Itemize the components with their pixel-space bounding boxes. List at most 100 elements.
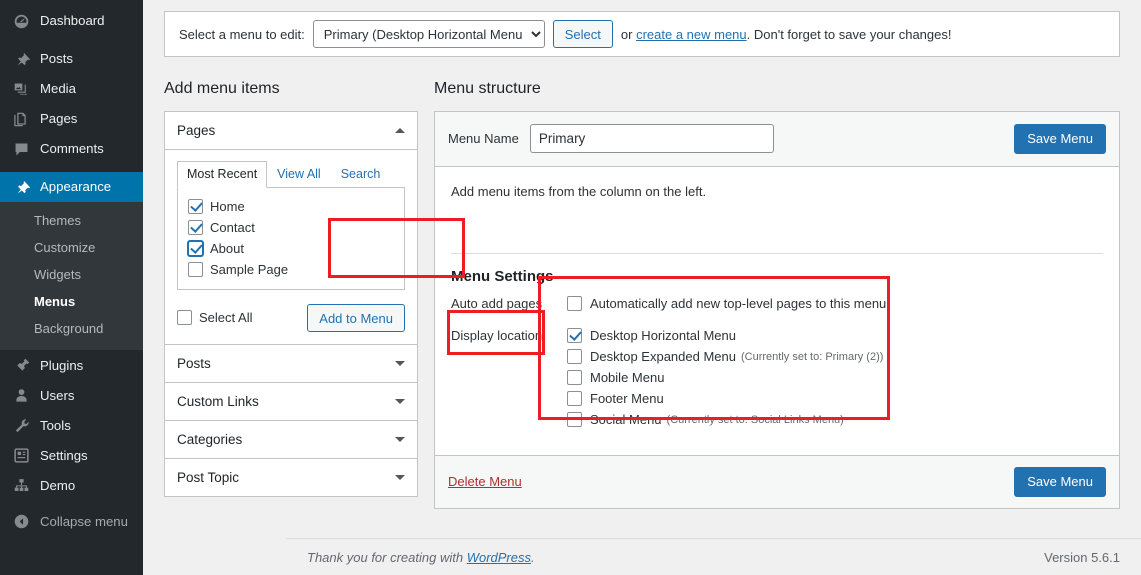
sidebar-item-comments[interactable]: Comments [0,134,143,164]
select-menu-label: Select a menu to edit: [179,26,305,42]
chevron-down-icon [395,475,405,481]
select-all-row[interactable]: Select All [177,308,252,328]
checkbox-home[interactable] [188,198,203,214]
checkbox-desktop-horizontal-menu[interactable] [567,328,582,344]
accordion-title: Pages [177,122,216,138]
select-button[interactable]: Select [552,20,613,48]
location-label: Desktop Horizontal Menu [590,328,736,344]
media-icon [11,81,31,98]
sidebar-item-users[interactable]: Users [0,380,143,410]
page-label: Home [210,198,245,214]
create-a-new-menu-link[interactable]: create a new menu [636,27,747,42]
page-item-contact[interactable]: Contact [188,217,394,237]
tools-wrench-icon [11,417,31,434]
sidebar-subitem-themes[interactable]: Themes [0,208,143,235]
sidebar-item-appearance[interactable]: Appearance [0,172,151,202]
users-icon [11,387,31,404]
checkbox-mobile-menu[interactable] [567,370,582,386]
page-item-sample-page[interactable]: Sample Page [188,259,394,279]
main-content: Select a menu to edit: Primary (Desktop … [143,0,1141,575]
dashboard-icon [11,13,31,30]
accordion-header-custom-links[interactable]: Custom Links [165,383,417,421]
tab-most-recent[interactable]: Most Recent [177,160,268,189]
save-reminder-text: . Don't forget to save your changes! [746,26,952,42]
auto-add-pages-fields: Automatically add new top-level pages to… [567,294,1103,315]
chevron-down-icon [395,361,405,367]
location-mobile-menu[interactable]: Mobile Menu [567,368,1103,388]
pages-checkbox-list: Home Contact About Sample Page [177,187,405,291]
footer-thanks-prefix: Thank you for creating with [307,549,467,565]
delete-menu-link[interactable]: Delete Menu [448,474,522,489]
menu-select-dropdown[interactable]: Primary (Desktop Horizontal Menu) [312,20,545,48]
save-menu-button-bottom[interactable]: Save Menu [1014,466,1106,497]
location-note: (Currently set to: Social Links Menu) [666,413,844,426]
sidebar-item-media[interactable]: Media [0,74,143,104]
checkbox-desktop-expanded-menu[interactable] [567,349,582,365]
add-to-menu-button[interactable]: Add to Menu [307,304,405,333]
menu-structure-heading: Menu structure [434,80,541,97]
auto-add-pages-row: Auto add pages Automatically add new top… [451,294,1103,315]
settings-spacer [451,317,1103,326]
sidebar-item-pages[interactable]: Pages [0,104,143,134]
menus-columns: Add menu items Pages Most Recent View Al… [164,79,1120,509]
tab-search[interactable]: Search [331,161,391,188]
sidebar-item-plugins[interactable]: Plugins [0,350,143,380]
wp-version: Version 5.6.1 [1044,549,1120,565]
appearance-submenu: Themes Customize Widgets Menus Backgroun… [0,202,143,351]
location-social-menu[interactable]: Social Menu (Currently set to: Social Li… [567,410,1103,430]
page-item-home[interactable]: Home [188,196,394,216]
chevron-up-icon [395,127,405,133]
menu-items-area: Add menu items from the column on the le… [435,167,1119,227]
sidebar-subitem-widgets[interactable]: Widgets [0,262,143,289]
page-label: Contact [210,219,255,235]
save-menu-button-top[interactable]: Save Menu [1014,123,1106,154]
accordion-header-posts[interactable]: Posts [165,345,417,383]
page-item-about[interactable]: About [188,238,394,258]
checkbox-select-all[interactable] [177,310,192,326]
accordion-section-posts: Posts [165,344,417,383]
checkbox-contact[interactable] [188,219,203,235]
location-label: Desktop Expanded Menu [590,349,736,365]
location-label: Social Menu [590,412,662,428]
sidebar-item-demo[interactable]: Demo [0,470,143,500]
chevron-down-icon [395,437,405,443]
auto-add-pages-label: Auto add pages [451,295,543,311]
post-type-accordion: Pages Most Recent View All Search Home C… [164,110,418,498]
display-location-fields: Desktop Horizontal Menu Desktop Expanded… [567,326,1103,431]
wp-admin-screen: Dashboard Posts Media Pages Comments App… [0,0,1141,575]
sidebar-subitem-customize[interactable]: Customize [0,235,143,262]
auto-add-checkbox-row[interactable]: Automatically add new top-level pages to… [567,294,1103,314]
accordion-header-post-topic[interactable]: Post Topic [165,459,417,497]
accordion-header-pages[interactable]: Pages [165,111,417,149]
tab-view-all[interactable]: View All [267,161,331,188]
menu-name-input[interactable] [529,124,774,154]
sidebar-item-dashboard[interactable]: Dashboard [0,6,143,36]
location-note: (Currently set to: Primary (2)) [740,350,884,363]
location-label: Mobile Menu [590,370,665,386]
sidebar-item-posts[interactable]: Posts [0,44,143,74]
location-desktop-expanded-menu[interactable]: Desktop Expanded Menu (Currently set to:… [567,347,1103,367]
demo-sitemap-icon [11,477,31,494]
footer-credit: Thank you for creating with WordPress. [307,550,535,565]
checkbox-social-menu[interactable] [567,412,582,428]
checkbox-sample-page[interactable] [188,261,203,277]
or-text: or [620,26,633,42]
location-desktop-horizontal-menu[interactable]: Desktop Horizontal Menu [567,326,1103,346]
location-footer-menu[interactable]: Footer Menu [567,389,1103,409]
sidebar-divider [0,164,143,172]
checkbox-footer-menu[interactable] [567,391,582,407]
create-menu-sentence: or create a new menu. Don't forget to sa… [621,27,952,42]
sidebar-label: Appearance [40,179,112,195]
accordion-section-pages: Pages Most Recent View All Search Home C… [165,111,417,345]
plugins-icon [11,357,31,374]
wordpress-link[interactable]: WordPress [467,550,531,565]
accordion-header-categories[interactable]: Categories [165,421,417,459]
sidebar-item-settings[interactable]: Settings [0,440,143,470]
sidebar-subitem-background[interactable]: Background [0,316,143,343]
sidebar-item-tools[interactable]: Tools [0,410,143,440]
sidebar-subitem-menus[interactable]: Menus [0,289,143,316]
sidebar-item-collapse-menu[interactable]: Collapse menu [0,506,143,536]
checkbox-auto-add-pages[interactable] [567,296,582,312]
accordion-title: Categories [177,432,243,448]
checkbox-about[interactable] [188,240,203,256]
